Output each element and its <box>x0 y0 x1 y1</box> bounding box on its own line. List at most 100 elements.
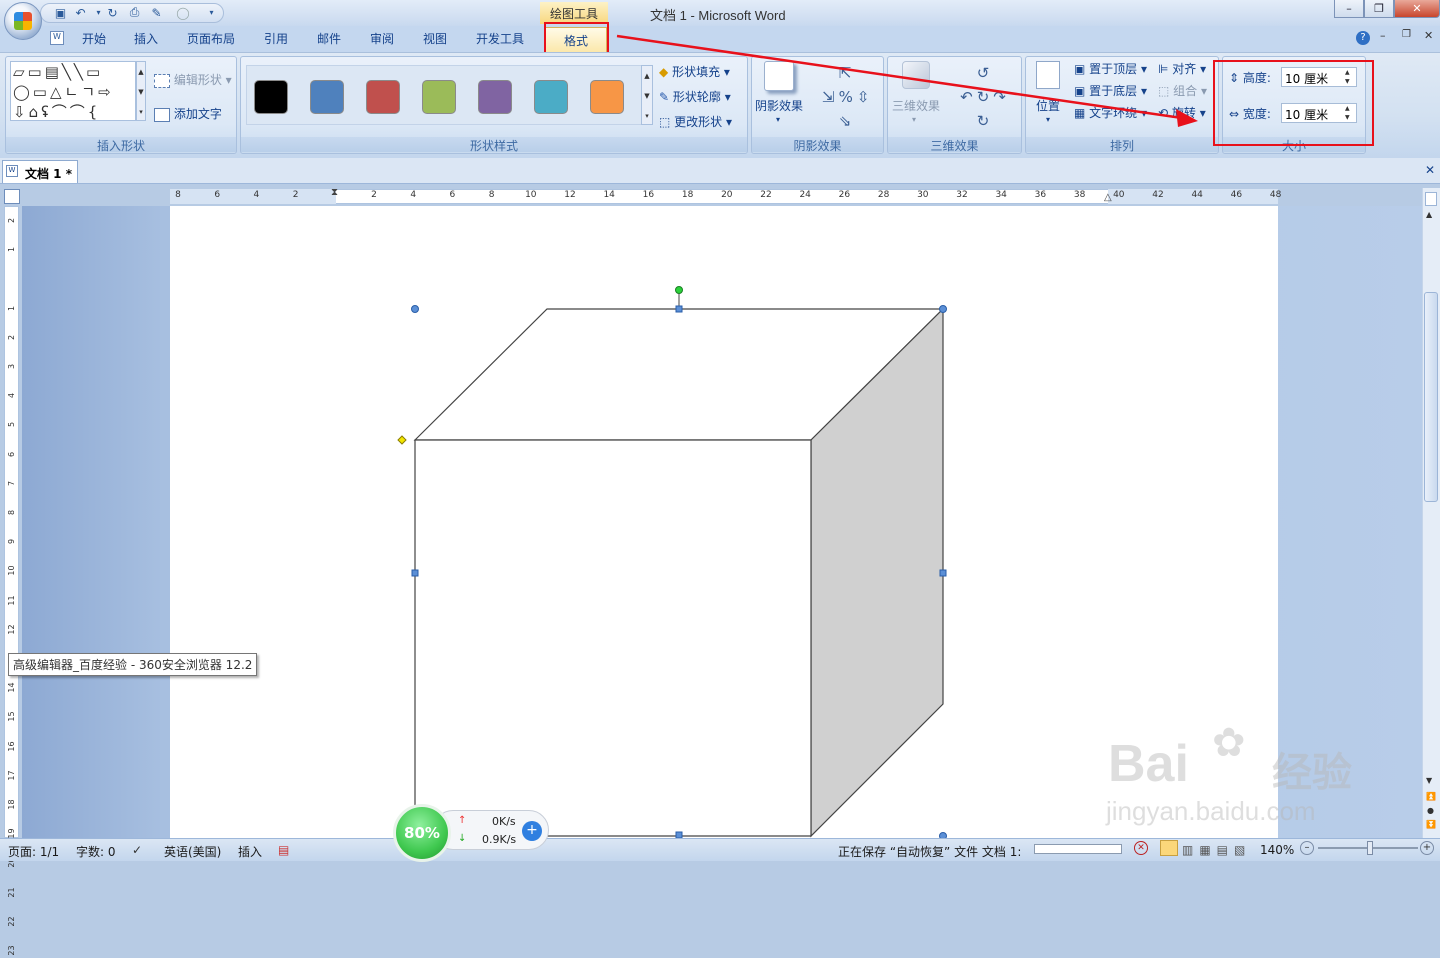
status-saving: 正在保存 “自动恢复” 文件 文档 1: <box>838 845 1022 859</box>
ruler-mark: 1 <box>7 247 16 253</box>
ruler-mark: 46 <box>1230 190 1243 200</box>
ruler-mark: 20 <box>721 190 733 200</box>
ruler-mark: 22 <box>760 190 772 200</box>
ruler-mark: 21 <box>7 887 16 898</box>
ruler-mark: 32 <box>956 190 968 200</box>
ruler-mark: 38 <box>1073 190 1086 200</box>
ruler-toggle-icon[interactable] <box>1425 192 1437 206</box>
resize-handle-top[interactable] <box>675 305 683 313</box>
paw-icon: ✿ <box>1212 720 1246 766</box>
zoom-out-icon[interactable]: – <box>1300 841 1314 855</box>
save-progress-bar <box>1034 844 1122 854</box>
scrollbar-thumb[interactable] <box>1424 292 1438 502</box>
ruler-mark: 2 <box>292 190 299 200</box>
ruler-mark: 18 <box>7 799 16 810</box>
office-logo-icon <box>14 12 32 30</box>
ruler-mark: 48 <box>1269 190 1282 200</box>
cancel-save-icon[interactable]: ✕ <box>1134 841 1148 855</box>
ruler-mark: 6 <box>214 190 221 200</box>
ruler-mark: 14 <box>7 682 16 693</box>
annotation-arrow-head <box>1176 109 1198 127</box>
first-line-indent-marker[interactable]: ⧗ <box>331 187 338 198</box>
prev-page-icon[interactable]: ⏫ <box>1426 792 1436 801</box>
ruler-mark: 15 <box>7 711 16 722</box>
ruler-mark: 16 <box>7 741 16 752</box>
vertical-scrollbar[interactable] <box>1422 188 1440 838</box>
status-words[interactable]: 字数: 0 <box>76 843 116 860</box>
watermark-url: jingyan.baidu.com <box>1106 796 1316 826</box>
ruler-tab-selector[interactable] <box>4 189 20 204</box>
ruler-mark: 28 <box>877 190 890 200</box>
network-speed-widget[interactable]: ↑ 0K/s ↓ 0.9K/s + 80% <box>393 804 549 862</box>
ruler-mark: 36 <box>1034 190 1047 200</box>
ruler-mark: 9 <box>7 539 16 545</box>
resize-handle-top-left[interactable] <box>411 305 419 313</box>
ruler-mark: 6 <box>449 190 456 200</box>
ruler-mark: 2 <box>371 190 377 200</box>
browse-object-icon[interactable]: ● <box>1427 806 1434 815</box>
upload-speed: 0K/s <box>492 815 516 828</box>
zoom-slider-thumb[interactable] <box>1367 841 1373 855</box>
rotation-handle[interactable] <box>675 286 683 294</box>
status-language[interactable]: 英语(美国) <box>164 843 221 860</box>
resize-handle-left[interactable] <box>411 569 419 577</box>
document-tab-close-icon[interactable]: ✕ <box>1425 163 1435 177</box>
ruler-mark: 12 <box>7 624 16 635</box>
status-mode[interactable]: 插入 <box>238 843 262 860</box>
next-page-icon[interactable]: ⏬ <box>1426 820 1436 829</box>
watermark-brand: Bai <box>1108 735 1189 793</box>
zoom-in-icon[interactable]: + <box>1420 841 1434 855</box>
resize-handle-right[interactable] <box>939 569 947 577</box>
cube-front-face[interactable] <box>414 439 812 837</box>
ruler-mark: 14 <box>603 190 615 200</box>
ruler-mark: 6 <box>7 451 16 457</box>
ruler-mark: 34 <box>995 190 1007 200</box>
ruler-mark: 8 <box>175 190 181 200</box>
memory-percent-ball[interactable]: 80% <box>393 804 451 862</box>
ruler-mark: 22 <box>7 916 16 927</box>
resize-handle-top-right[interactable] <box>939 305 947 313</box>
ruler-mark: 8 <box>488 190 495 200</box>
ruler-mark: 18 <box>681 190 694 200</box>
office-button[interactable] <box>4 2 42 40</box>
view-print-layout-icon[interactable] <box>1160 840 1178 856</box>
speed-plus-icon[interactable]: + <box>522 821 542 841</box>
annotation-arrow-line <box>616 34 1183 120</box>
proofing-icon[interactable]: ✓ <box>132 843 142 857</box>
status-zoom[interactable]: 140% <box>1260 843 1294 857</box>
ruler-mark: 1 <box>7 305 16 311</box>
ruler-mark: 4 <box>253 190 260 200</box>
ruler-mark: 12 <box>564 190 576 200</box>
document-tab-strip <box>0 158 1440 184</box>
ruler-mark: 5 <box>7 422 16 428</box>
ruler-mark: 24 <box>799 190 811 200</box>
ruler-mark: 7 <box>7 480 16 486</box>
vertical-ruler-labels: 211234567891011121314151617181920212223 <box>4 206 19 956</box>
upload-arrow-icon: ↑ <box>458 815 467 826</box>
ruler-mark: 3 <box>7 363 16 370</box>
ruler-mark: 26 <box>838 190 851 200</box>
baidu-watermark: Bai ✿ 经验 jingyan.baidu.com <box>1100 700 1370 830</box>
ruler-mark: 42 <box>1152 190 1164 200</box>
right-indent-marker[interactable]: △ <box>1104 192 1112 203</box>
ruler-mark: 11 <box>7 595 16 606</box>
ruler-mark: 23 <box>7 945 16 956</box>
browser-tooltip: 高级编辑器_百度经验 - 360安全浏览器 12.2 <box>8 653 258 676</box>
ruler-mark: 16 <box>642 190 655 200</box>
download-speed: 0.9K/s <box>482 833 517 846</box>
adjustment-handle[interactable] <box>397 435 407 445</box>
status-page[interactable]: 页面: 1/1 <box>8 843 59 860</box>
view-mode-icons[interactable]: ▥▦▤▧ <box>1182 843 1251 857</box>
ruler-mark: 30 <box>917 190 929 200</box>
ruler-mark: 2 <box>7 334 16 340</box>
scroll-up-icon[interactable]: ▲ <box>1426 210 1432 219</box>
ruler-mark: 10 <box>525 190 537 200</box>
document-tab-icon: W <box>6 165 18 177</box>
scroll-down-icon[interactable]: ▼ <box>1426 776 1432 786</box>
ruler-mark: 44 <box>1191 190 1203 200</box>
download-arrow-icon: ↓ <box>458 833 467 844</box>
ruler-mark: 2 <box>7 217 16 224</box>
ruler-mark: 4 <box>7 393 16 399</box>
macro-icon[interactable]: ▤ <box>278 843 289 857</box>
ruler-mark: 4 <box>410 190 417 200</box>
